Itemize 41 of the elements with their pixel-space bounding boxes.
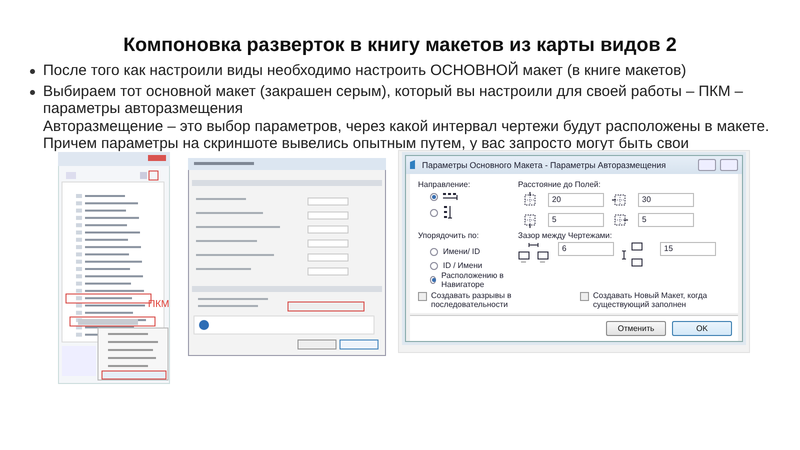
dialog-title: Параметры Основного Макета - Параметры Авторазмещения [422, 160, 667, 170]
help-button[interactable] [698, 158, 716, 170]
annotation-label: ПКМ [148, 298, 170, 310]
close-button[interactable] [720, 158, 738, 170]
bullet-dot [30, 90, 35, 94]
section-label: Направление: [418, 180, 470, 188]
vertical-order-icon [443, 206, 453, 220]
app-icon [410, 160, 418, 169]
checkbox-label: Создавать Новый Макет, когда существующий заполнен [593, 290, 708, 308]
checkbox[interactable] [580, 292, 589, 300]
bullet-text: Выбираем тот основной макет (закрашен серым), который вы настроили для своей работы – ПКМ – параметры авторазмещения [43, 82, 744, 118]
margin-icon [522, 192, 538, 208]
dialog-button[interactable]: OK [672, 320, 732, 336]
dialog-button[interactable]: Отменить [606, 320, 666, 336]
horizontal-gap-icon [518, 242, 550, 264]
radio-label: ID / Имени [443, 261, 482, 270]
margin-icon [612, 192, 628, 208]
gap-field[interactable]: 15 [660, 242, 716, 256]
section-label: Расстояние до Полей: [518, 180, 601, 188]
margin-field[interactable]: 5 [638, 212, 694, 226]
margin-field[interactable]: 30 [638, 192, 694, 206]
section-label: Упорядочить по: [418, 230, 479, 240]
radio-label: Расположению в Навигаторе [441, 270, 505, 288]
radio-button[interactable] [430, 208, 438, 216]
section-label: Зазор между Чертежами: [518, 230, 612, 240]
checkbox-label: Создавать разрывы в последовательности [431, 290, 512, 308]
gap-field[interactable]: 6 [558, 242, 614, 256]
checkbox[interactable] [418, 292, 427, 300]
radio-button[interactable] [430, 276, 436, 284]
radio-button[interactable] [430, 192, 438, 200]
radio-label: Имени/ ID [443, 247, 480, 256]
bullet-dot [30, 69, 35, 74]
margin-icon [522, 212, 538, 228]
radio-button[interactable] [430, 248, 438, 256]
margin-field[interactable]: 20 [548, 192, 604, 206]
slide-title: Компоновка разверток в книгу макетов из карты видов 2 [122, 33, 678, 58]
margin-field[interactable]: 5 [548, 212, 604, 226]
bullet-text: После того как настроили виды необходимо настроить ОСНОВНОЙ макет (в книге макетов) [43, 62, 686, 80]
margin-icon [612, 212, 628, 228]
horizontal-order-icon [443, 192, 459, 202]
radio-button[interactable] [430, 262, 438, 270]
